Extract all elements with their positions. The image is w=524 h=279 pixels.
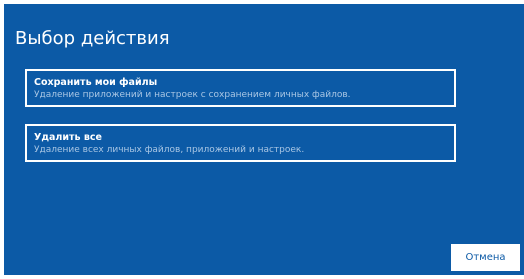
- option-title: Сохранить мои файлы: [34, 77, 158, 88]
- page-title: Выбор действия: [15, 28, 170, 49]
- choose-option-dialog: Выбор действия Сохранить мои файлы Удале…: [4, 4, 524, 275]
- remove-everything-option[interactable]: Удалить все Удаление всех личных файлов,…: [25, 124, 456, 162]
- option-title: Удалить все: [34, 132, 102, 143]
- cancel-button[interactable]: Отмена: [451, 244, 520, 271]
- screen: Выбор действия Сохранить мои файлы Удале…: [0, 0, 524, 279]
- option-description: Удаление всех личных файлов, приложений …: [34, 145, 305, 155]
- keep-my-files-option[interactable]: Сохранить мои файлы Удаление приложений …: [25, 69, 456, 107]
- option-description: Удаление приложений и настроек с сохране…: [34, 90, 351, 100]
